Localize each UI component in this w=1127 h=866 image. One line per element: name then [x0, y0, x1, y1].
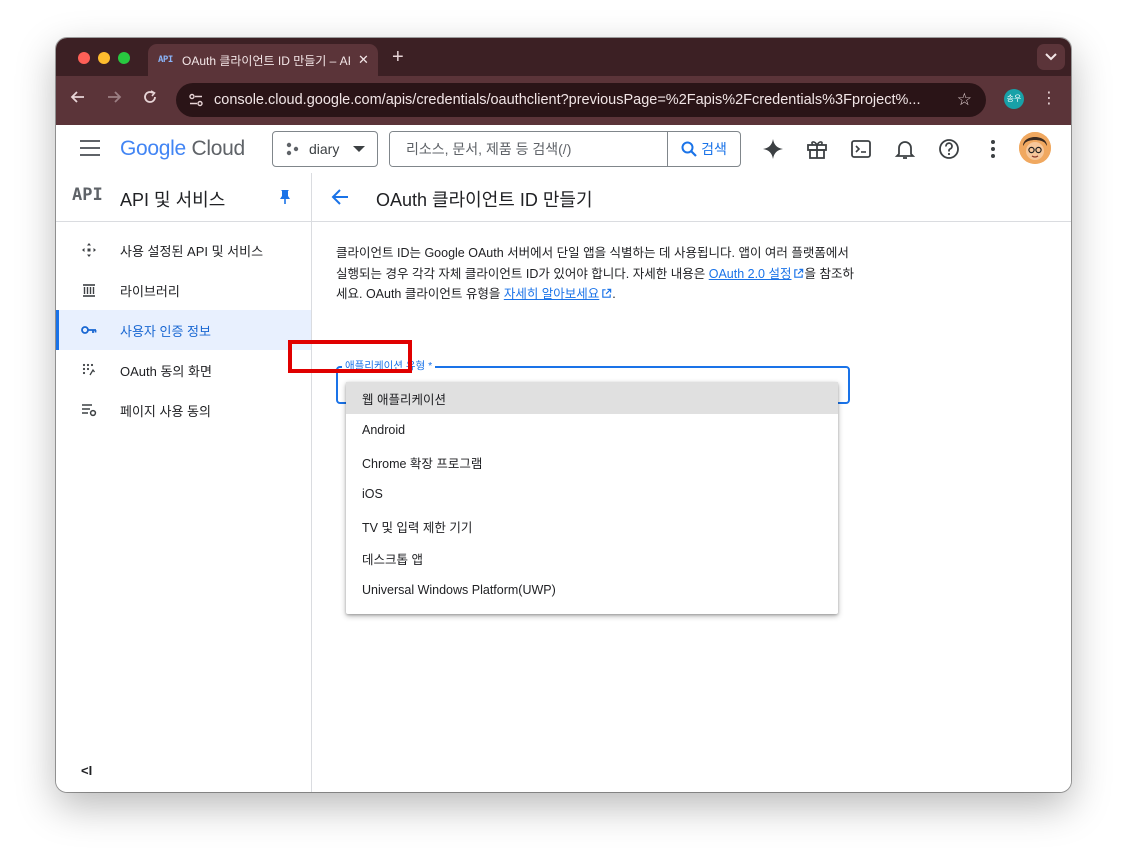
option-chrome-extension[interactable]: Chrome 확장 프로그램	[346, 446, 838, 478]
sidebar-item-label: 라이브러리	[120, 283, 180, 299]
sidebar-title: API 및 서비스	[120, 190, 226, 210]
option-tv-limited-input[interactable]: TV 및 입력 제한 기기	[346, 510, 838, 542]
search-icon	[681, 141, 697, 157]
caret-down-icon	[353, 146, 366, 152]
console-header: Google Cloud diary 검색	[56, 125, 1071, 174]
close-window-button[interactable]	[78, 52, 90, 64]
collapse-sidebar-button[interactable]: <I	[81, 763, 92, 778]
user-avatar[interactable]	[1019, 132, 1051, 164]
profile-avatar[interactable]: 송우	[1004, 89, 1024, 109]
browser-toolbar: console.cloud.google.com/apis/credential…	[56, 76, 1071, 125]
option-web-application[interactable]: 웹 애플리케이션	[346, 382, 838, 414]
pin-icon[interactable]	[279, 189, 291, 210]
site-settings-icon[interactable]	[188, 92, 204, 108]
google-wordmark: Google	[120, 137, 186, 160]
project-picker[interactable]: diary	[272, 131, 378, 167]
sidebar-item-label: 사용자 인증 정보	[120, 323, 211, 339]
chrome-menu-icon[interactable]: ⋮	[1041, 88, 1057, 108]
minimize-window-button[interactable]	[98, 52, 110, 64]
sidebar-item-label: OAuth 동의 화면	[120, 363, 212, 379]
browser-window: API OAuth 클라이언트 ID 만들기 – AP ✕ + console.…	[56, 38, 1071, 792]
description-part: .	[612, 287, 616, 301]
api-favicon-icon: API	[158, 55, 173, 65]
sidebar-item-label: 페이지 사용 동의	[120, 403, 211, 419]
option-uwp[interactable]: Universal Windows Platform(UWP)	[346, 574, 838, 606]
sidebar-item-credentials[interactable]: 사용자 인증 정보	[56, 310, 311, 350]
sidebar-item-library[interactable]: 라이브러리	[56, 270, 311, 310]
help-icon[interactable]	[937, 137, 961, 161]
gemini-sparkle-icon[interactable]	[761, 137, 785, 161]
page-title: OAuth 클라이언트 ID 만들기	[376, 190, 593, 210]
tab-strip: API OAuth 클라이언트 ID 만들기 – AP ✕ +	[56, 38, 1071, 76]
application-type-label: 애플리케이션 유형 *	[342, 358, 436, 373]
sidebar-item-label: 사용 설정된 API 및 서비스	[120, 243, 264, 259]
back-arrow-icon[interactable]	[330, 187, 350, 212]
address-bar[interactable]: console.cloud.google.com/apis/credential…	[176, 83, 986, 117]
tab-search-chevron-icon[interactable]	[1037, 44, 1065, 70]
new-tab-button[interactable]: +	[392, 46, 404, 68]
tab-title: OAuth 클라이언트 ID 만들기 – AP	[182, 53, 350, 68]
oauth-setup-link[interactable]: OAuth 2.0 설정	[709, 267, 792, 281]
project-icon	[286, 142, 299, 156]
close-tab-icon[interactable]: ✕	[358, 52, 369, 68]
page-usage-icon	[80, 401, 98, 419]
google-cloud-logo[interactable]: Google Cloud	[120, 137, 245, 161]
notifications-bell-icon[interactable]	[893, 137, 917, 161]
main-content: OAuth 클라이언트 ID 만들기 클라이언트 ID는 Google OAut…	[312, 173, 1071, 792]
cloud-shell-icon[interactable]	[849, 137, 873, 161]
project-name: diary	[309, 141, 340, 157]
search-input[interactable]	[390, 132, 667, 166]
description-text: 클라이언트 ID는 Google OAuth 서버에서 단일 앱을 식별하는 데…	[336, 243, 856, 305]
search-button[interactable]: 검색	[667, 132, 740, 166]
application-type-dropdown: 웹 애플리케이션 Android Chrome 확장 프로그램 iOS TV 및…	[346, 382, 838, 614]
api-logo-icon: API	[72, 185, 103, 205]
bookmark-star-icon[interactable]: ☆	[957, 90, 972, 110]
hamburger-menu-icon[interactable]	[80, 140, 100, 158]
enabled-apis-icon	[80, 241, 98, 259]
sidebar-header: API API 및 서비스	[56, 173, 311, 222]
back-icon[interactable]	[66, 88, 90, 112]
cloud-wordmark: Cloud	[191, 137, 245, 160]
page-header: OAuth 클라이언트 ID 만들기	[312, 173, 1071, 222]
external-link-icon	[794, 268, 804, 278]
browser-tab[interactable]: API OAuth 클라이언트 ID 만들기 – AP ✕	[148, 44, 378, 76]
sidebar-item-oauth-consent[interactable]: OAuth 동의 화면	[56, 350, 311, 390]
search-box: 검색	[389, 131, 741, 167]
sidebar: API API 및 서비스 사용 설정된 API 및 서비스 라이브러리 사용자…	[56, 173, 312, 792]
option-android[interactable]: Android	[346, 414, 838, 446]
reload-icon[interactable]	[138, 88, 162, 112]
consent-screen-icon	[80, 361, 98, 379]
learn-more-link[interactable]: 자세히 알아보세요	[504, 287, 599, 301]
search-button-label: 검색	[701, 141, 727, 157]
forward-icon[interactable]	[102, 88, 126, 112]
option-ios[interactable]: iOS	[346, 478, 838, 510]
more-options-icon[interactable]	[981, 137, 1005, 161]
sidebar-item-page-usage[interactable]: 페이지 사용 동의	[56, 390, 311, 430]
library-icon	[80, 281, 98, 299]
maximize-window-button[interactable]	[118, 52, 130, 64]
sidebar-item-enabled-apis[interactable]: 사용 설정된 API 및 서비스	[56, 230, 311, 270]
url-text: console.cloud.google.com/apis/credential…	[214, 92, 921, 108]
key-icon	[80, 321, 98, 339]
gift-icon[interactable]	[805, 137, 829, 161]
external-link-icon	[602, 288, 612, 298]
option-desktop-app[interactable]: 데스크톱 앱	[346, 542, 838, 574]
